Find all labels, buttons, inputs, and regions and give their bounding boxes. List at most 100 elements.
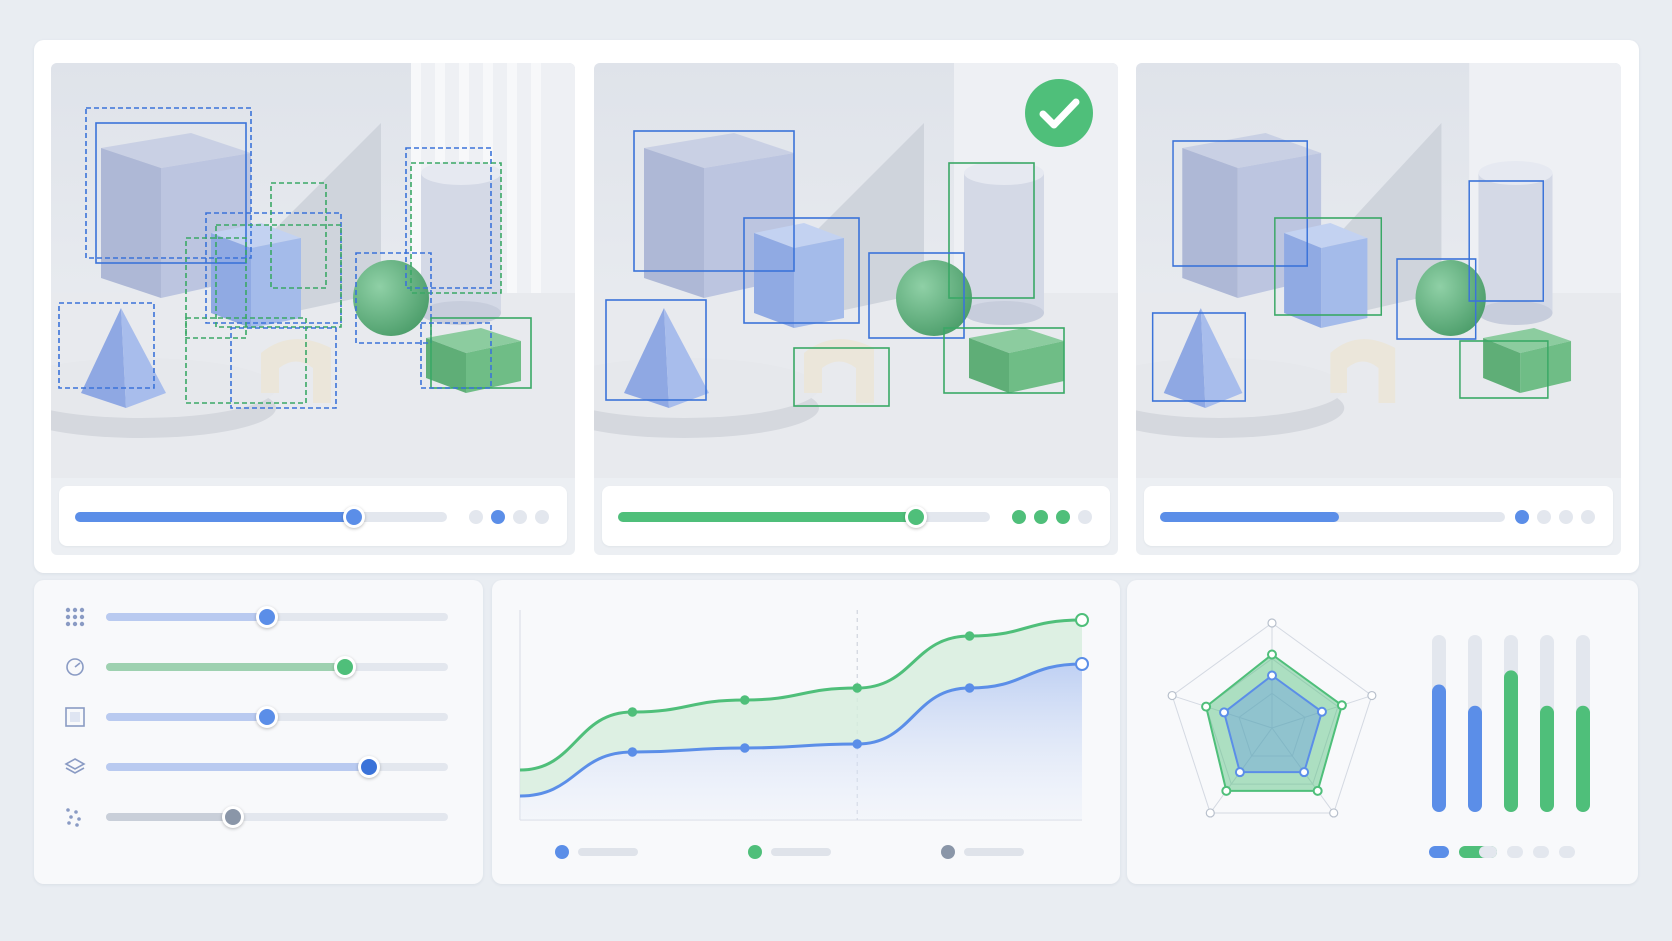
slider-knob[interactable] [334, 656, 357, 678]
bar-value [1504, 670, 1518, 812]
page-dot[interactable] [1537, 510, 1551, 524]
parameter-slider[interactable] [106, 806, 448, 828]
detection-panel-clean [1136, 63, 1621, 555]
page-dots [1012, 510, 1092, 524]
grid-dot [72, 621, 78, 627]
page-dot[interactable] [1034, 510, 1048, 524]
slider-knob[interactable] [255, 706, 278, 728]
radar-point [1221, 785, 1232, 796]
scatter-dot [74, 810, 78, 814]
parameter-controls-card [34, 580, 483, 884]
cylinder-top [421, 161, 501, 185]
data-point [627, 707, 638, 717]
radar-bar-card [1127, 580, 1638, 884]
slider-knob[interactable] [255, 606, 278, 628]
progress-bar [1160, 512, 1505, 522]
badge-circle [1025, 79, 1093, 147]
page-dot[interactable] [1559, 510, 1573, 524]
frame-inner [70, 712, 80, 722]
cylinder-body [421, 173, 501, 313]
slider-knob[interactable] [358, 756, 381, 778]
legend-dot [941, 845, 955, 859]
gauge-needle [74, 662, 81, 668]
green-sphere [353, 260, 429, 336]
grid-dots-icon [65, 607, 85, 627]
blue-cube-side [211, 233, 251, 328]
radar-point [1299, 767, 1310, 778]
slider-fill [106, 763, 370, 771]
panel-controls [1144, 486, 1613, 546]
area-chart [519, 610, 1089, 859]
legend-label-placeholder [771, 848, 831, 856]
cylinder-body [964, 173, 1044, 313]
legend-dot [555, 845, 569, 859]
grid-dot [72, 614, 78, 620]
parameter-slider-row [64, 802, 454, 832]
page-dot[interactable] [513, 510, 527, 524]
slider-fill [106, 813, 233, 821]
legend-label-placeholder [964, 848, 1024, 856]
parameter-slider-row [64, 752, 454, 782]
slider-knob[interactable] [904, 506, 927, 528]
data-point [964, 631, 975, 641]
slider-knob[interactable] [343, 506, 365, 528]
page-dots [1515, 510, 1595, 524]
parameter-slider[interactable] [106, 756, 448, 778]
page-dot[interactable] [469, 510, 483, 524]
grid-dot [79, 621, 85, 627]
grid-dot [65, 607, 71, 613]
grid-dot [79, 614, 85, 620]
cylinder-body [1478, 173, 1553, 313]
parameter-slider[interactable] [106, 706, 448, 728]
parameter-slider[interactable] [106, 606, 448, 628]
radar-point [1201, 701, 1212, 712]
bar-value [1576, 705, 1590, 812]
grid-dot [65, 621, 71, 627]
wall-stripe [507, 63, 517, 293]
data-point [852, 739, 862, 749]
big-cube-side [644, 148, 704, 298]
page-dot[interactable] [1515, 510, 1529, 524]
bar-value [1432, 684, 1446, 812]
parameter-slider-row [64, 702, 454, 732]
slider-knob[interactable] [221, 806, 244, 828]
radar-axis-node [1205, 808, 1215, 818]
wall-stripe [411, 63, 421, 293]
big-cube-side [101, 148, 161, 298]
parameter-slider[interactable] [106, 656, 448, 678]
grid-dot [65, 614, 71, 620]
page-dot[interactable] [491, 510, 505, 524]
radar-point [1316, 706, 1327, 717]
cylinder-top [964, 161, 1044, 185]
radar-point [1312, 785, 1323, 796]
scene-image [1136, 63, 1621, 478]
page-dot[interactable] [1078, 510, 1092, 524]
square-frame-icon [65, 707, 85, 727]
bar-value [1468, 705, 1482, 812]
legend-pill [1559, 846, 1575, 858]
grid-dot [72, 607, 78, 613]
legend-pill [1429, 846, 1449, 858]
layer-top [64, 758, 86, 770]
radar-point [1267, 670, 1277, 681]
page-dot[interactable] [1012, 510, 1026, 524]
panel-controls [602, 486, 1110, 546]
page-dots [469, 510, 549, 524]
cylinder-bottom [964, 301, 1044, 325]
radar-point [1219, 707, 1230, 718]
scatter-dot [66, 808, 70, 812]
data-point [964, 683, 975, 693]
blue-cube-side [754, 233, 794, 328]
progress-fill [1160, 512, 1340, 522]
confidence-slider[interactable] [75, 506, 447, 528]
data-point [1075, 613, 1089, 627]
detection-panel-verified [594, 63, 1118, 555]
scatter-dot [67, 821, 71, 825]
parameter-slider-row [64, 652, 454, 682]
page-dot[interactable] [535, 510, 549, 524]
scatter-dot [75, 823, 79, 827]
confidence-slider[interactable] [618, 506, 990, 528]
big-cube-side [1182, 148, 1238, 298]
page-dot[interactable] [1056, 510, 1070, 524]
page-dot[interactable] [1581, 510, 1595, 524]
